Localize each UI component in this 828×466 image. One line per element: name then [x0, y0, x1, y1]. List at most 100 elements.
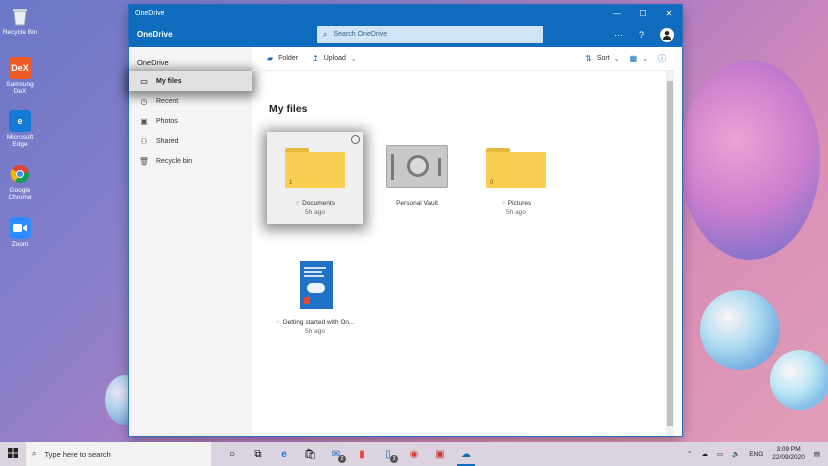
- title-bar[interactable]: OneDrive — ☐ ✕: [129, 5, 682, 22]
- item-count: 1: [289, 180, 293, 186]
- desktop-icon-samsung-dex[interactable]: DeX Samsung DeX: [0, 57, 40, 95]
- tile-name: Documents: [302, 200, 335, 207]
- scrollbar-thumb[interactable]: [667, 81, 673, 426]
- taskbar-store-apps[interactable]: ▯ 3: [375, 442, 401, 466]
- desktop-icon-zoom[interactable]: Zoom: [0, 217, 40, 248]
- wallpaper-shape: [680, 60, 820, 260]
- window-title: OneDrive: [135, 10, 165, 17]
- wallpaper-bubble: [700, 290, 780, 370]
- search-placeholder: Search OneDrive: [333, 31, 388, 38]
- sidebar-item-label: Recent: [156, 97, 179, 105]
- close-button[interactable]: ✕: [656, 9, 682, 18]
- upload-button[interactable]: ↥ Upload ⌄: [312, 54, 357, 63]
- help-button[interactable]: ?: [639, 30, 644, 40]
- view-options-button[interactable]: ▦ ⌄: [630, 54, 648, 63]
- main-content: ▰ Folder ↥ Upload ⌄ ⇅ Sort ⌄ ▦ ⌄ ⓘ My fi…: [252, 47, 674, 436]
- item-count: 0: [490, 180, 494, 186]
- cloud-icon: ☁: [461, 448, 471, 460]
- tile-name: Pictures: [507, 200, 532, 207]
- sidebar: OneDrive ▭ My files ◷ Recent ▣ Photos ⚇ …: [129, 47, 252, 436]
- sidebar-item-label: My files: [156, 77, 182, 85]
- sync-icon: ⁘: [500, 201, 506, 207]
- taskbar-office[interactable]: ▮: [349, 442, 375, 466]
- taskbar-photos[interactable]: ▣: [427, 442, 453, 466]
- cloud-icon[interactable]: ☁: [701, 450, 708, 458]
- avatar[interactable]: [660, 27, 674, 42]
- page-title: My files: [269, 103, 308, 115]
- vault-icon: [386, 145, 448, 188]
- task-view-button[interactable]: ⧉: [245, 442, 271, 466]
- sidebar-item-recent[interactable]: ◷ Recent: [129, 91, 252, 111]
- tile-pictures[interactable]: 0 ⁘ Pictures 5h ago: [468, 132, 564, 224]
- recycle-bin-icon: [9, 5, 31, 27]
- minimize-button[interactable]: —: [604, 9, 630, 18]
- image-icon: ▣: [140, 116, 148, 126]
- sidebar-item-label: Photos: [156, 117, 178, 125]
- folder-icon: ▰: [267, 54, 274, 63]
- cortana-button[interactable]: ○: [219, 442, 245, 466]
- sidebar-item-label: Shared: [156, 137, 179, 145]
- vertical-scrollbar[interactable]: [666, 71, 674, 436]
- tile-getting-started[interactable]: ⁘ Getting started with On... 5h ago: [267, 257, 363, 349]
- chrome-icon: [9, 163, 31, 185]
- chevron-down-icon: ⌄: [350, 55, 357, 63]
- folder-icon: 1: [285, 148, 345, 188]
- edge-icon: e: [281, 448, 287, 460]
- sync-icon: ⁘: [295, 201, 301, 207]
- tile-personal-vault[interactable]: Personal Vault: [369, 132, 465, 224]
- info-icon[interactable]: ⓘ: [658, 53, 666, 64]
- mail-badge: 2: [338, 455, 346, 463]
- taskbar-search-input[interactable]: ⌕ Type here to search: [26, 442, 211, 466]
- sidebar-item-recycle-bin[interactable]: 🗑 Recycle bin: [129, 151, 252, 171]
- more-options-button[interactable]: ···: [614, 30, 623, 40]
- pdf-document-icon: [300, 261, 333, 309]
- desktop-icon-recycle-bin[interactable]: Recycle Bin: [0, 5, 40, 36]
- taskbar-mail[interactable]: ✉ 2: [323, 442, 349, 466]
- sort-button[interactable]: ⇅ Sort ⌄: [585, 54, 619, 63]
- sync-icon: ⁘: [275, 320, 281, 326]
- new-folder-button[interactable]: ▰ Folder: [267, 54, 298, 63]
- volume-icon[interactable]: 🔈: [732, 450, 740, 458]
- chevron-down-icon: ⌄: [613, 55, 620, 63]
- system-tray: ⌃ ☁ ▭ 🔈 ENG 3:09 PM 22/09/2020 ▤: [687, 446, 828, 462]
- taskbar-edge[interactable]: e: [271, 442, 297, 466]
- maximize-button[interactable]: ☐: [630, 9, 656, 18]
- start-button[interactable]: [0, 447, 26, 461]
- windows-icon: [8, 447, 18, 458]
- task-view-icon: ⧉: [254, 448, 262, 460]
- photos-icon: ▣: [435, 448, 445, 460]
- apps-badge: 3: [390, 455, 398, 463]
- store-icon: 🛍: [303, 448, 317, 460]
- edge-icon: e: [9, 110, 31, 132]
- taskbar-onedrive[interactable]: ☁: [453, 442, 479, 466]
- tile-documents[interactable]: 1 ⁘ Documents 5h ago: [267, 132, 363, 224]
- sidebar-item-label: Recycle bin: [156, 157, 193, 165]
- network-icon[interactable]: ▭: [717, 450, 723, 458]
- tile-modified: 5h ago: [506, 209, 526, 216]
- notification-icon[interactable]: ▤: [814, 450, 820, 458]
- sidebar-item-my-files[interactable]: ▭ My files: [129, 71, 252, 91]
- tile-name: Getting started with On...: [282, 319, 355, 326]
- taskbar-store[interactable]: 🛍: [297, 442, 323, 466]
- grid-view-icon: ▦: [629, 54, 638, 63]
- tile-modified: 5h ago: [305, 209, 325, 216]
- chevron-down-icon: ⌄: [642, 55, 648, 63]
- clock[interactable]: 3:09 PM 22/09/2020: [772, 446, 805, 462]
- search-icon: ⌕: [323, 29, 328, 39]
- trash-icon: 🗑: [138, 156, 150, 166]
- chevron-up-icon[interactable]: ⌃: [687, 450, 692, 458]
- desktop-icon-edge[interactable]: e Microsoft Edge: [0, 110, 40, 148]
- app-brand[interactable]: OneDrive: [137, 30, 317, 39]
- folder-icon: ▭: [140, 76, 148, 86]
- search-input[interactable]: ⌕ Search OneDrive: [317, 26, 543, 43]
- app-header: OneDrive ⌕ Search OneDrive ··· ?: [129, 22, 682, 47]
- sidebar-heading: OneDrive: [137, 58, 169, 67]
- sidebar-item-photos[interactable]: ▣ Photos: [129, 111, 252, 131]
- taskbar-chrome[interactable]: ◉: [401, 442, 427, 466]
- desktop-icon-chrome[interactable]: Google Chrome: [0, 163, 40, 201]
- language-indicator[interactable]: ENG: [749, 451, 763, 458]
- select-checkbox[interactable]: [351, 135, 360, 144]
- clock-icon: ◷: [140, 96, 148, 106]
- office-icon: ▮: [359, 448, 365, 460]
- sidebar-item-shared[interactable]: ⚇ Shared: [129, 131, 252, 151]
